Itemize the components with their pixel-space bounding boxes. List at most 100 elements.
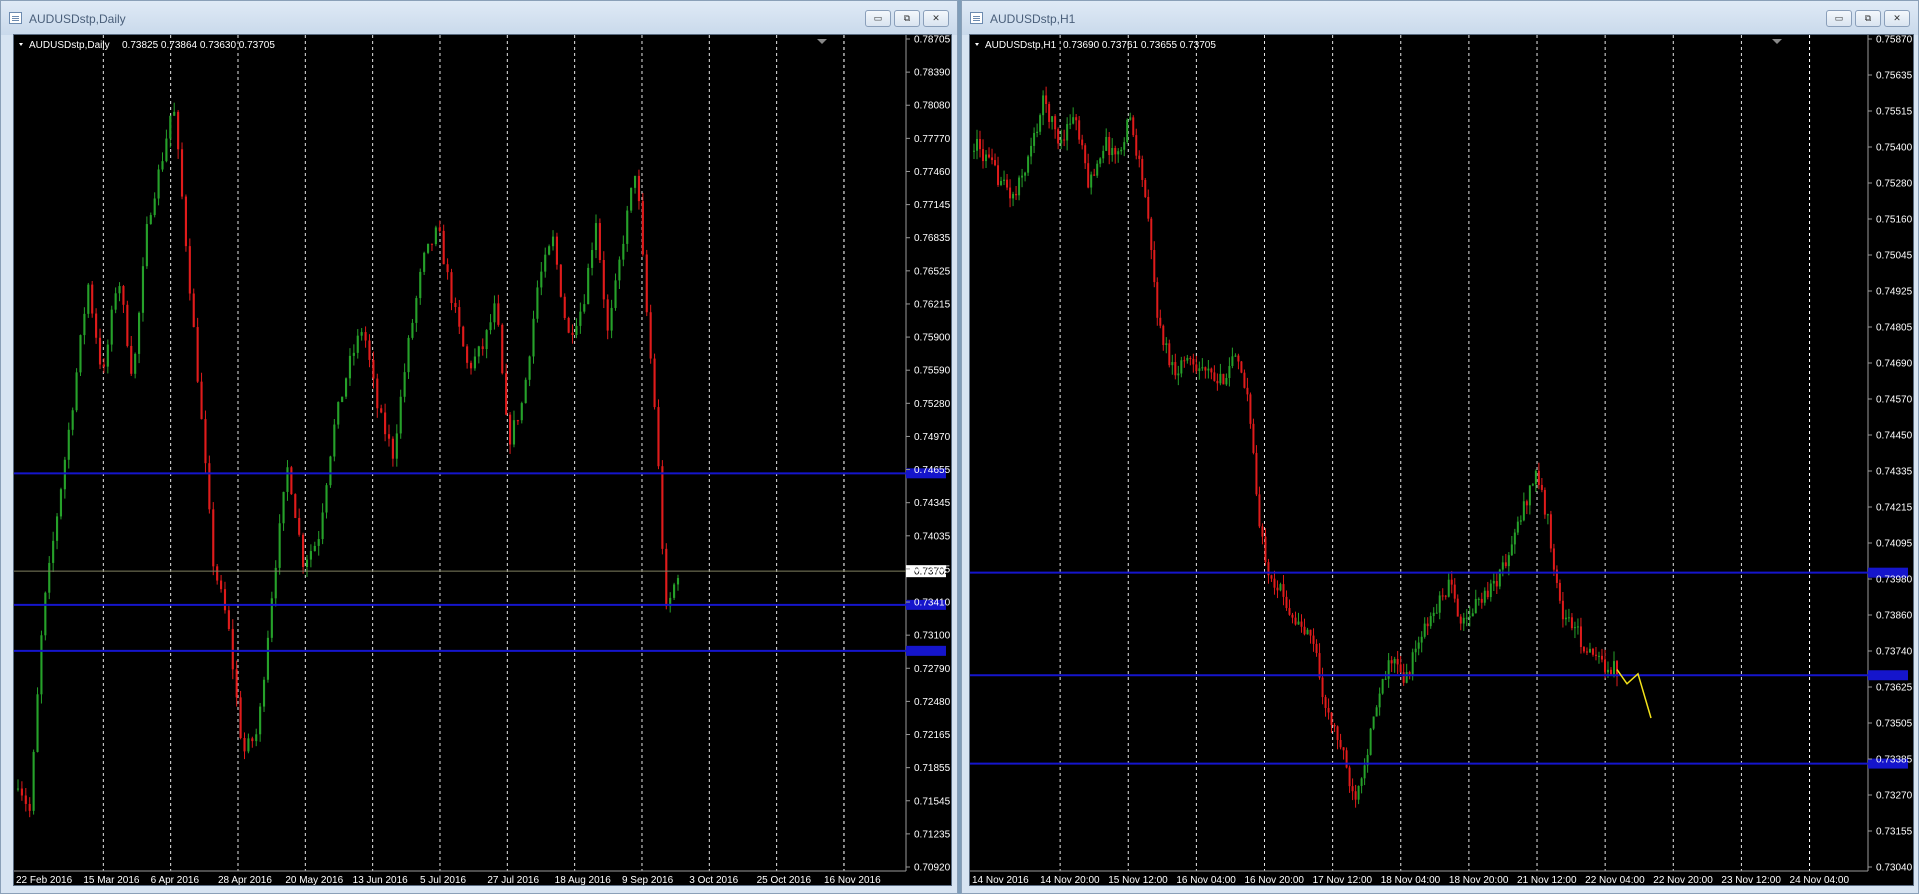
- candle-body: [1537, 470, 1540, 485]
- candle-body: [1477, 598, 1480, 600]
- candle-body: [1045, 95, 1048, 105]
- title-bar[interactable]: AUDUSDstp,H1 ▭ ⧉ ✕: [962, 1, 1918, 35]
- candle-body: [1588, 648, 1591, 653]
- price-chart-h1[interactable]: AUDUSDstp,H1 0.73690 0.73761 0.73655 0.7…: [969, 34, 1914, 886]
- title-bar[interactable]: AUDUSDstp,Daily ▭ ⧉ ✕: [1, 1, 957, 35]
- candle-body: [251, 738, 254, 742]
- candle-body: [1474, 598, 1477, 614]
- candle-body: [1138, 155, 1141, 159]
- shift-marker-icon: [1772, 39, 1782, 44]
- candle-body: [1081, 139, 1084, 146]
- x-axis-label: 21 Nov 12:00: [1517, 875, 1577, 885]
- candle-body: [1021, 175, 1024, 178]
- candle-body: [1600, 655, 1603, 660]
- y-axis-label: 0.78080: [914, 101, 951, 112]
- price-chart-daily[interactable]: 0.73705 AUDUSDstp,Daily 0.73825 0.73864 …: [13, 34, 952, 886]
- candle-body: [1453, 584, 1456, 599]
- minimize-button[interactable]: ▭: [1826, 10, 1852, 27]
- x-axis-label: 24 Nov 04:00: [1790, 875, 1850, 885]
- y-axis-label: 0.74925: [1876, 287, 1913, 298]
- candle-body: [1321, 677, 1324, 698]
- candle-body: [661, 466, 664, 549]
- y-axis-label: 0.74095: [1876, 539, 1913, 550]
- candle-body: [1273, 578, 1276, 588]
- candle-body: [106, 344, 109, 367]
- chart-menu-arrow-icon[interactable]: [19, 43, 23, 46]
- close-icon: ✕: [932, 13, 940, 23]
- candle-body: [575, 325, 578, 335]
- candle-body: [102, 364, 105, 367]
- candle-body: [454, 303, 457, 308]
- candle-body: [20, 788, 23, 796]
- candle-body: [364, 332, 367, 341]
- candle-body: [1420, 636, 1423, 643]
- restore-button[interactable]: ⧉: [894, 10, 920, 27]
- candle-body: [1417, 642, 1420, 649]
- y-axis-label: 0.76835: [914, 233, 951, 244]
- candle-body: [1399, 664, 1402, 673]
- x-axis-label: 14 Nov 20:00: [1040, 875, 1100, 885]
- candle-body: [1108, 136, 1111, 156]
- candle-body: [67, 429, 70, 460]
- y-axis-label: 0.73705: [914, 564, 951, 575]
- candle-body: [1153, 250, 1156, 283]
- candle-body: [1423, 623, 1426, 637]
- y-axis-label: 0.71235: [914, 829, 951, 840]
- candle-body: [1078, 120, 1081, 140]
- candle-body: [1096, 163, 1099, 176]
- candle-body: [540, 271, 543, 288]
- candle-body: [48, 562, 51, 593]
- ohlc-values: 0.73690 0.73761 0.73655 0.73705: [1063, 40, 1216, 51]
- candle-body: [1213, 372, 1216, 381]
- chart-menu-arrow-icon[interactable]: [975, 43, 979, 46]
- candle-body: [1186, 357, 1189, 361]
- candle-body: [28, 803, 31, 811]
- chart-window-h1[interactable]: AUDUSDstp,H1 ▭ ⧉ ✕ AUDUSDstp,H1 0.73690 …: [961, 0, 1919, 894]
- candle-body: [426, 243, 430, 253]
- symbol-label: AUDUSDstp,H1: [985, 40, 1057, 51]
- restore-button[interactable]: ⧉: [1855, 10, 1881, 27]
- candle-body: [532, 318, 535, 357]
- y-axis-label: 0.77770: [914, 134, 951, 145]
- close-button[interactable]: ✕: [923, 10, 949, 27]
- candle-body: [1183, 360, 1186, 362]
- candle-body: [1585, 651, 1588, 653]
- candle-body: [591, 250, 594, 268]
- candle-body: [278, 523, 281, 568]
- candle-body: [1258, 494, 1261, 527]
- candle-body: [407, 337, 410, 373]
- candle-body: [1291, 614, 1294, 618]
- x-axis-label: 16 Nov 2016: [824, 875, 881, 885]
- candle-body: [294, 494, 297, 518]
- close-button[interactable]: ✕: [1884, 10, 1910, 27]
- candle-body: [641, 201, 644, 255]
- candle-body: [489, 322, 492, 331]
- candle-body: [188, 246, 191, 294]
- candle-body: [1402, 672, 1405, 683]
- chart-window-daily[interactable]: AUDUSDstp,Daily ▭ ⧉ ✕ 0.73705 AUDUSDstp,…: [0, 0, 958, 894]
- candle-body: [1192, 358, 1195, 365]
- candle-body: [419, 271, 422, 299]
- candle-body: [1219, 373, 1222, 384]
- candle-body: [356, 335, 359, 353]
- candle-body: [973, 150, 975, 152]
- candle-body: [1609, 669, 1612, 675]
- candle-body: [212, 509, 215, 567]
- candle-body: [395, 433, 398, 459]
- minimize-button[interactable]: ▭: [865, 10, 891, 27]
- candle-body: [204, 419, 207, 464]
- candle-body: [1060, 139, 1063, 144]
- candle-body: [110, 309, 113, 345]
- price-chart-svg[interactable]: 0.73705 AUDUSDstp,Daily 0.73825 0.73864 …: [14, 35, 951, 885]
- candle-body: [1462, 617, 1465, 624]
- candle-body: [1000, 180, 1003, 185]
- candle-body: [1009, 187, 1012, 199]
- candle-body: [239, 697, 242, 739]
- y-axis-label: 0.73980: [1876, 575, 1913, 586]
- candle-body: [1339, 739, 1342, 748]
- candle-body: [1432, 612, 1435, 617]
- candle-body: [1435, 612, 1438, 614]
- price-chart-svg[interactable]: AUDUSDstp,H1 0.73690 0.73761 0.73655 0.7…: [970, 35, 1913, 885]
- y-axis-label: 0.75400: [1876, 143, 1913, 154]
- candle-body: [1090, 174, 1093, 188]
